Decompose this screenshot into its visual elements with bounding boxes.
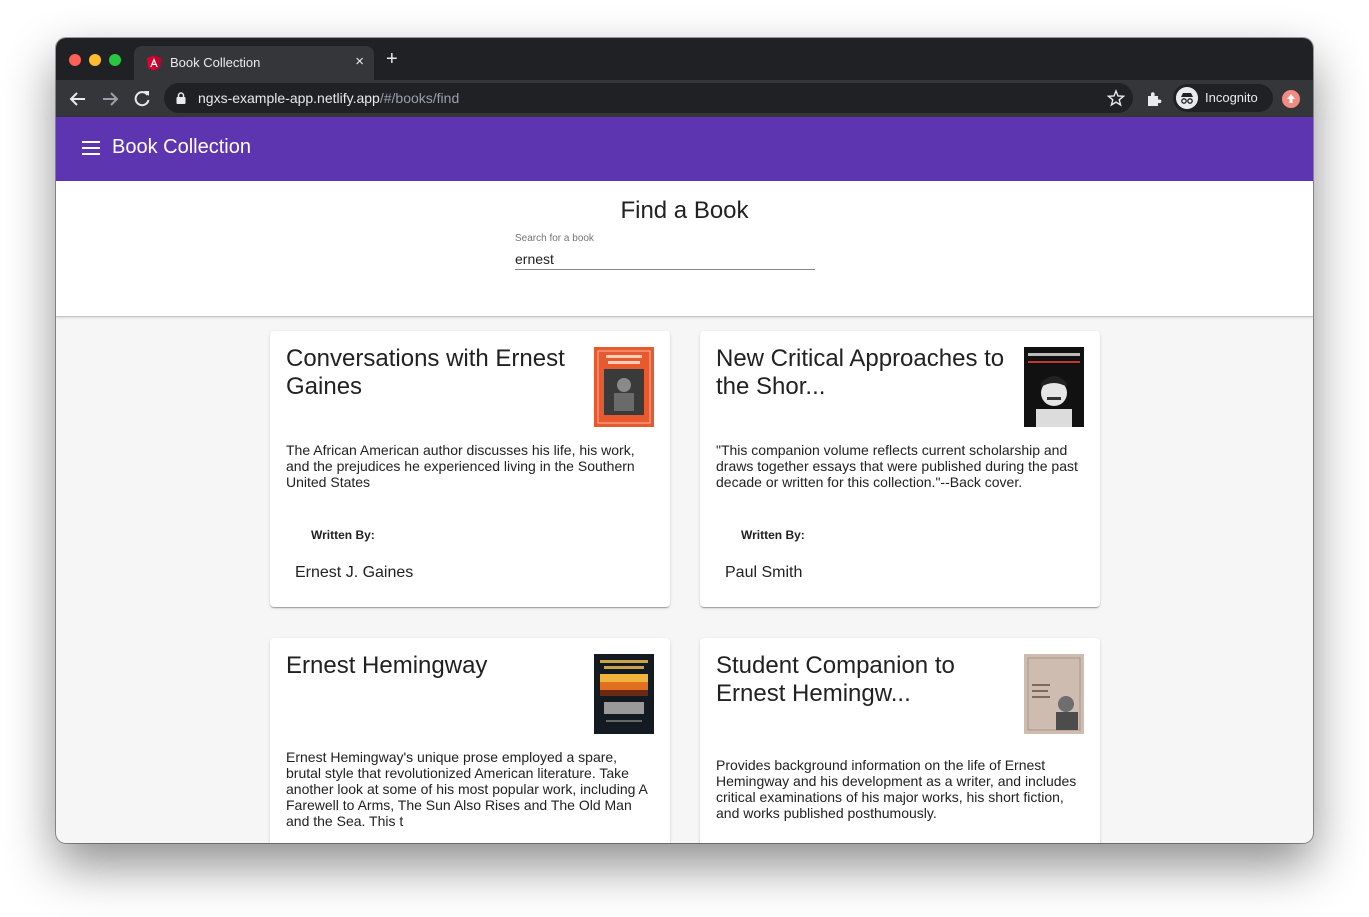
maximize-window-button[interactable]: [109, 54, 121, 66]
close-window-button[interactable]: [69, 54, 81, 66]
app-title: Book Collection: [112, 136, 251, 158]
tab-strip: Book Collection × +: [56, 38, 1313, 80]
update-arrow-icon: [1287, 94, 1295, 103]
back-icon[interactable]: [67, 88, 89, 110]
book-cover-image: [594, 654, 654, 734]
tab-title: Book Collection: [170, 55, 261, 70]
book-description: "This companion volume reflects current …: [716, 442, 1078, 490]
incognito-profile-button[interactable]: Incognito: [1173, 84, 1273, 112]
search-label: Search for a book: [515, 233, 594, 244]
book-card[interactable]: New Critical Approaches to the Shor... "…: [700, 331, 1100, 607]
book-description: Ernest Hemingway's unique prose employed…: [286, 749, 648, 829]
book-title: Student Companion to Ernest Hemingw...: [716, 652, 955, 707]
page-title: Find a Book: [620, 197, 749, 224]
extensions-icon[interactable]: [1145, 90, 1163, 108]
book-cover-image: [1024, 347, 1084, 427]
search-panel: Find a Book Search for a book: [56, 181, 1313, 317]
lock-icon: [176, 92, 186, 104]
reload-icon[interactable]: [131, 88, 153, 110]
app-toolbar: Book Collection: [56, 117, 1313, 181]
book-author[interactable]: Ernest J. Gaines: [295, 564, 413, 582]
book-title: Ernest Hemingway: [286, 652, 488, 679]
written-by-label: Written By:: [311, 528, 375, 542]
angular-icon: [147, 55, 161, 71]
book-title: Conversations with Ernest Gaines: [286, 345, 565, 400]
search-input[interactable]: [515, 249, 815, 270]
browser-toolbar: ngxs-example-app.netlify.app/#/books/fin…: [56, 80, 1313, 117]
book-cover-image: [594, 347, 654, 427]
book-description: The African American author discusses hi…: [286, 442, 635, 490]
book-description: Provides background information on the l…: [716, 757, 1077, 821]
book-card[interactable]: Conversations with Ernest Gaines The Afr…: [270, 331, 670, 607]
browser-window: Book Collection × + ngxs-example-app.net…: [56, 38, 1313, 843]
update-icon[interactable]: [1282, 90, 1300, 108]
star-icon[interactable]: [1107, 89, 1125, 107]
book-card[interactable]: Ernest Hemingway Ernest Hemingway's uniq…: [270, 638, 670, 843]
url-text: ngxs-example-app.netlify.app/#/books/fin…: [198, 90, 459, 106]
book-cover-image: [1024, 654, 1084, 734]
written-by-label: Written By:: [741, 528, 805, 542]
book-title: New Critical Approaches to the Shor...: [716, 345, 1005, 400]
forward-icon[interactable]: [99, 88, 121, 110]
book-author[interactable]: Paul Smith: [725, 564, 802, 582]
address-bar[interactable]: ngxs-example-app.netlify.app/#/books/fin…: [164, 83, 1133, 113]
incognito-icon: [1176, 87, 1198, 109]
url-host: ngxs-example-app.netlify.app: [198, 90, 380, 106]
browser-tab[interactable]: Book Collection ×: [134, 46, 374, 80]
book-card[interactable]: Student Companion to Ernest Hemingw... P…: [700, 638, 1100, 843]
url-path: /#/books/find: [379, 90, 460, 106]
close-tab-icon[interactable]: ×: [355, 53, 364, 70]
search-field: Search for a book: [515, 233, 815, 273]
minimize-window-button[interactable]: [89, 54, 101, 66]
new-tab-button[interactable]: +: [386, 49, 398, 69]
menu-icon[interactable]: [82, 141, 100, 155]
incognito-label: Incognito: [1205, 90, 1258, 105]
